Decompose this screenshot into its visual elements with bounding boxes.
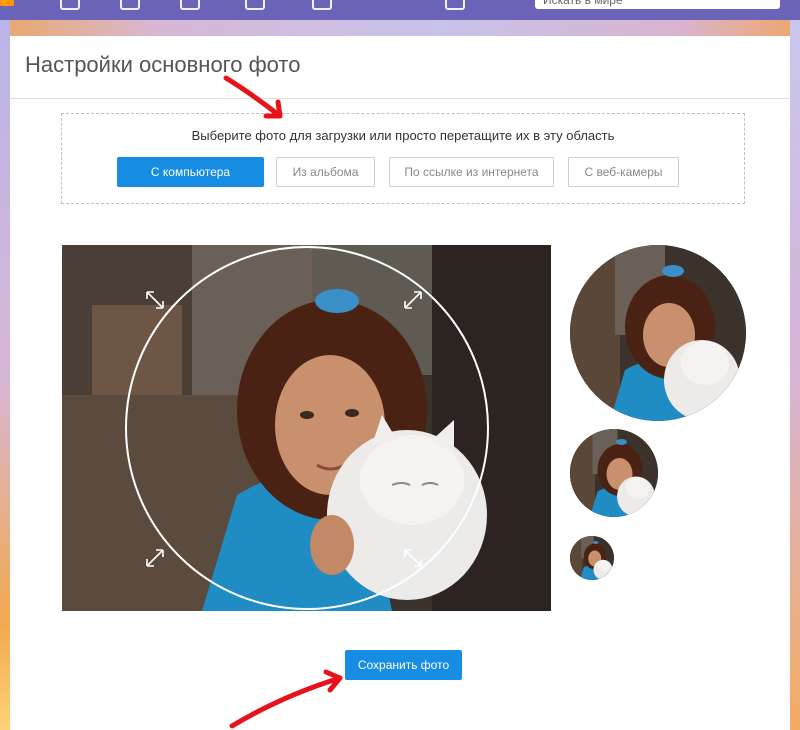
resize-arrow-icon[interactable] [144, 547, 166, 569]
avatar-preview-small [570, 536, 614, 580]
notifications-icon[interactable] [180, 0, 200, 10]
background-decoration-left [0, 20, 10, 730]
save-photo-button[interactable]: Сохранить фото [345, 650, 462, 680]
messages-icon[interactable] [60, 0, 80, 10]
resize-arrow-icon[interactable] [402, 547, 424, 569]
drop-instruction: Выберите фото для загрузки или просто пе… [191, 128, 615, 143]
avatar-preview-medium [570, 429, 658, 517]
top-navigation-bar: Искать в мире [0, 0, 800, 20]
search-input[interactable]: Искать в мире [535, 0, 780, 9]
photo-drop-zone[interactable]: Выберите фото для загрузки или просто пе… [61, 113, 745, 204]
from-album-button[interactable]: Из альбома [276, 157, 375, 187]
music-icon[interactable] [445, 0, 465, 10]
site-logo[interactable] [0, 0, 14, 6]
resize-arrow-icon[interactable] [144, 289, 166, 311]
background-decoration-right [790, 20, 800, 730]
photo-crop-area[interactable] [62, 245, 551, 611]
photo-settings-panel: Настройки основного фото Выберите фото д… [10, 36, 790, 730]
annotation-arrow-icon [223, 75, 283, 119]
title-divider [10, 98, 790, 99]
from-computer-button[interactable]: С компьютера [117, 157, 264, 187]
from-url-button[interactable]: По ссылке из интернета [389, 157, 554, 187]
from-webcam-button[interactable]: С веб-камеры [568, 157, 679, 187]
discussions-icon[interactable] [120, 0, 140, 10]
resize-arrow-icon[interactable] [402, 289, 424, 311]
annotation-arrow-icon [229, 669, 343, 729]
avatar-preview-large [570, 245, 746, 421]
events-icon[interactable] [312, 0, 332, 10]
guests-icon[interactable] [245, 0, 265, 10]
